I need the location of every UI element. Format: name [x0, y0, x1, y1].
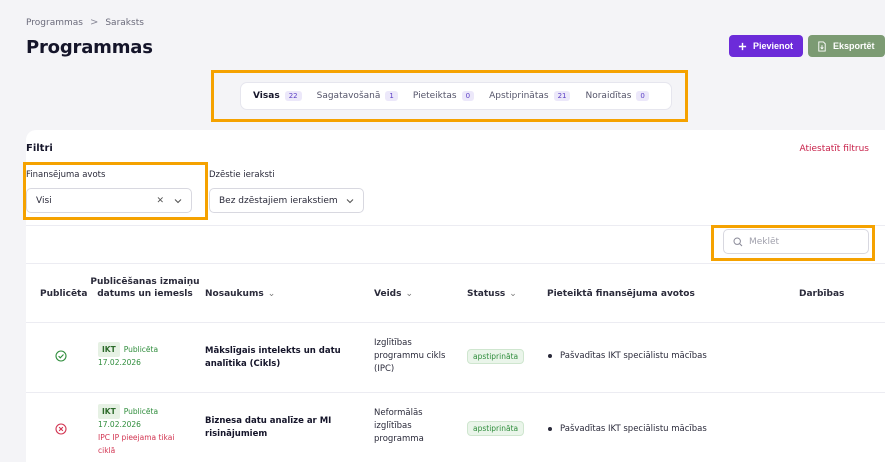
chevron-down-icon	[174, 198, 182, 203]
reset-filters-link[interactable]: Atiestatīt filtrus	[799, 144, 869, 154]
tab-label: Apstiprinātas	[489, 91, 549, 101]
funding-source: Pašvadītas IKT speciālistu mācības	[560, 424, 707, 434]
tab-count-badge: 1	[385, 91, 398, 101]
column-header-name[interactable]: Nosaukums ⌄	[205, 288, 275, 300]
type-line: Neformālās	[374, 408, 423, 418]
tab-count-badge: 0	[636, 91, 649, 101]
plus-icon	[738, 42, 747, 50]
chevron-down-icon: ⌄	[509, 289, 517, 299]
ikt-tag: IKT	[98, 404, 120, 419]
type-line: programma	[374, 434, 424, 444]
divider	[26, 322, 885, 323]
program-name-line: Mākslīgais intelekts un datu	[205, 346, 341, 356]
tab-apstiprinatas[interactable]: Apstiprinātas 21	[489, 91, 571, 101]
type-line: izglītības	[374, 421, 412, 431]
divider	[26, 263, 885, 264]
column-header-published: Publicēta	[40, 289, 88, 299]
tab-pieteiktas[interactable]: Pieteiktas 0	[412, 91, 475, 101]
tab-label: Pieteiktas	[412, 91, 457, 101]
deleted-filter-value: Bez dzēstajiem ierakstiem	[219, 195, 338, 206]
type-line: programmu cikls	[374, 351, 446, 361]
ikt-tag: IKT	[98, 342, 120, 357]
publication-note: IPC IP pieejama tikai	[98, 433, 175, 442]
tab-sagatavosana[interactable]: Sagatavošanā 1	[317, 91, 398, 101]
tab-label: Sagatavošanā	[316, 91, 381, 101]
search-icon	[733, 236, 743, 246]
file-export-icon	[818, 40, 826, 52]
program-name-line: analītika (Cikls)	[205, 359, 281, 369]
deleted-filter-label: Dzēstie ieraksti	[209, 170, 275, 180]
tab-label: Noraidītas	[585, 91, 632, 101]
tab-visas[interactable]: Visas 22	[253, 91, 302, 101]
column-header-label: Veids	[374, 289, 402, 299]
column-header-label: Statuss	[467, 289, 506, 299]
column-header-change-date: Publicēšanas izmaiņu datums un iemesls	[90, 277, 200, 299]
program-type: Neformālās izglītības programma	[374, 407, 424, 446]
bullet-dot	[548, 427, 552, 431]
type-line: (IPC)	[374, 364, 395, 374]
status-badge: apstiprināta	[467, 421, 525, 436]
tab-count-badge: 21	[553, 91, 571, 101]
funding-filter-select[interactable]: Visi ✕	[26, 188, 192, 213]
export-button[interactable]: Eksportēt	[808, 35, 885, 57]
publication-date: 17.02.2026	[98, 358, 141, 367]
programs-card: Filtri Atiestatīt filtrus Finansējuma av…	[26, 130, 885, 462]
bullet-dot	[548, 354, 552, 358]
column-header-status[interactable]: Statuss ⌄	[467, 288, 517, 300]
published-label: Publicēta	[123, 407, 159, 416]
publication-info: IKT Publicēta 17.02.2026	[98, 342, 198, 370]
export-button-label: Eksportēt	[833, 41, 875, 51]
breadcrumb: Programmas > Saraksts	[26, 17, 144, 28]
divider	[26, 392, 885, 393]
status-badge: apstiprināta	[467, 349, 525, 364]
tab-count-badge: 22	[284, 91, 302, 101]
divider	[26, 225, 885, 226]
add-button[interactable]: Pievienot	[729, 35, 803, 57]
publication-date: 17.02.2026	[98, 420, 141, 429]
add-button-label: Pievienot	[753, 41, 794, 51]
page-title: Programmas	[26, 37, 153, 58]
breadcrumb-separator: >	[89, 17, 99, 28]
status-tabs: Visas 22 Sagatavošanā 1 Pieteiktas 0 Aps…	[240, 82, 672, 110]
chevron-down-icon: ⌄	[267, 289, 276, 299]
search-box[interactable]	[723, 229, 869, 254]
publication-info: IKT Publicēta 17.02.2026 IPC IP pieejama …	[98, 404, 198, 458]
program-type: Izglītības programmu cikls (IPC)	[374, 337, 445, 376]
chevron-down-icon	[346, 198, 354, 203]
column-header-label: Nosaukums	[205, 289, 264, 299]
program-name-link[interactable]: Biznesa datu analīze ar MI risinājumiem	[205, 415, 331, 441]
program-name-link[interactable]: Mākslīgais intelekts un datu analītika (…	[205, 345, 341, 371]
column-header-type[interactable]: Veids ⌄	[374, 288, 413, 300]
funding-filter-value: Visi	[36, 195, 52, 206]
funding-source: Pašvadītas IKT speciālistu mācības	[560, 351, 707, 361]
chevron-down-icon: ⌄	[405, 289, 414, 299]
funding-filter-label: Finansējuma avots	[26, 170, 106, 180]
x-circle-icon	[55, 423, 67, 435]
published-label: Publicēta	[123, 345, 159, 354]
program-name-line: Biznesa datu analīze ar MI	[205, 416, 332, 426]
publication-note: ciklā	[98, 446, 116, 455]
filters-title: Filtri	[26, 143, 53, 154]
deleted-filter-select[interactable]: Bez dzēstajiem ierakstiem	[209, 188, 364, 213]
funding-list-item: Pašvadītas IKT speciālistu mācības	[548, 424, 707, 434]
type-line: Izglītības	[374, 338, 412, 348]
tab-count-badge: 0	[461, 91, 475, 101]
search-input[interactable]	[749, 236, 849, 247]
check-circle-icon	[55, 350, 67, 362]
clear-icon[interactable]: ✕	[156, 196, 164, 206]
funding-list-item: Pašvadītas IKT speciālistu mācības	[548, 351, 707, 361]
program-name-line: risinājumiem	[205, 429, 268, 439]
tab-label: Visas	[253, 91, 280, 101]
column-header-actions: Darbības	[799, 289, 845, 299]
tab-noraiditas[interactable]: Noraidītas 0	[585, 91, 649, 101]
breadcrumb-item-saraksts: Saraksts	[105, 17, 144, 28]
breadcrumb-item-programmas[interactable]: Programmas	[26, 18, 83, 28]
column-header-funding: Pieteiktā finansējuma avotos	[547, 289, 695, 299]
